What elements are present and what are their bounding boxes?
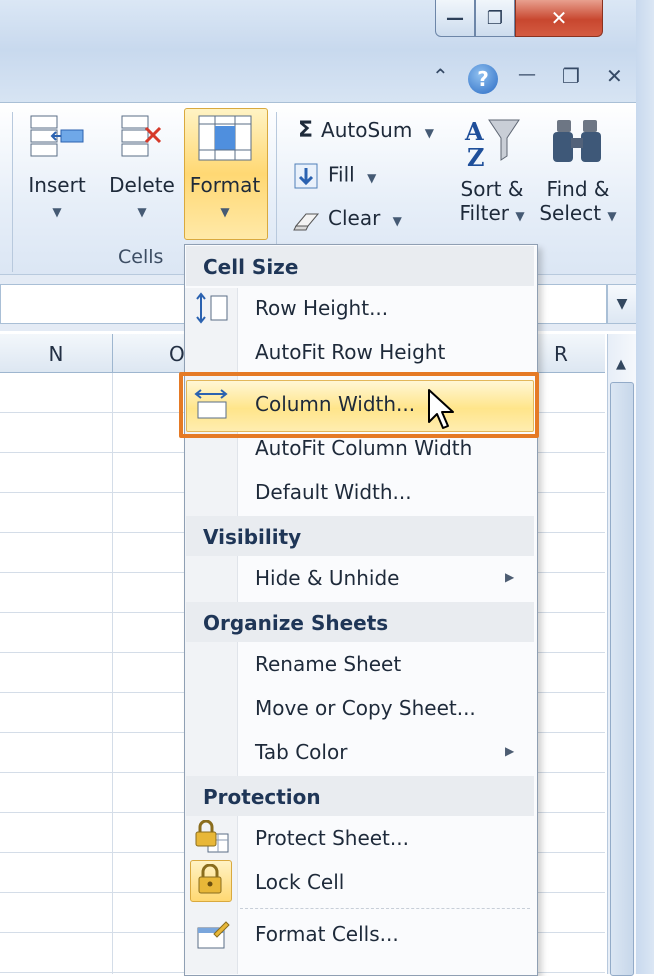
binoculars-icon [553,120,601,162]
menu-item-row-height[interactable]: Row Height... [255,296,388,320]
workbook-restore-icon[interactable]: ❐ [562,64,580,88]
menu-section-cell-size: Cell Size [186,246,534,286]
autosum-button[interactable]: Σ AutoSum ▼ [298,118,434,143]
insert-label: Insert [28,173,86,197]
ribbon-tab-row [0,50,654,102]
menu-section-protection: Protection [186,776,534,816]
sort-label-line1: Sort & [460,177,524,201]
close-button[interactable]: ✕ [515,0,603,37]
svg-text:Z: Z [467,143,485,172]
menu-section-organize-sheets: Organize Sheets [186,602,534,642]
find-label-line2: Select ▼ [539,201,617,225]
mouse-pointer-icon [428,389,454,429]
menu-item-default-width[interactable]: Default Width... [255,480,412,504]
restore-button[interactable]: ❐ [475,0,515,37]
cells-group-label: Cells [118,246,164,268]
dropdown-arrow-icon: ▼ [52,205,62,219]
menu-item-tab-color[interactable]: Tab Color [255,740,347,764]
menu-item-protect-sheet[interactable]: Protect Sheet... [255,826,409,850]
format-cells-icon [198,115,252,161]
menu-section-visibility: Visibility [186,516,534,556]
find-select-button[interactable]: Find & Select ▼ [538,114,618,225]
menu-item-move-copy-sheet[interactable]: Move or Copy Sheet... [255,696,476,720]
clear-button[interactable]: Clear ▼ [292,206,402,232]
sort-label-line2: Filter ▼ [459,201,525,225]
scroll-up-icon[interactable]: ▲ [610,352,632,378]
help-icon[interactable]: ? [468,64,498,94]
menu-item-hide-unhide[interactable]: Hide & Unhide [255,566,399,590]
fill-label: Fill [328,162,355,187]
workbook-close-icon[interactable]: ✕ [606,64,623,88]
collapse-ribbon-icon[interactable]: ⌃ [432,64,449,88]
find-label-line1: Find & [546,177,610,201]
protect-sheet-icon [195,820,229,853]
submenu-arrow-icon: ▶ [505,570,515,584]
insert-button[interactable]: Insert ▼ [22,112,92,221]
workbook-minimize-icon[interactable]: — [518,64,536,85]
dropdown-arrow-icon: ▼ [392,214,402,228]
eraser-icon [293,213,320,230]
insert-cells-icon [30,115,84,157]
scrollbar-thumb[interactable] [610,382,634,976]
submenu-arrow-icon: ▶ [505,744,515,758]
minimize-button[interactable]: — [435,0,475,37]
column-header-n[interactable]: N [0,334,113,372]
dropdown-arrow-icon: ▼ [220,205,230,219]
menu-item-autofit-column-width[interactable]: AutoFit Column Width [255,436,472,460]
menu-item-autofit-row-height[interactable]: AutoFit Row Height [255,340,445,364]
window-frame-right [636,0,654,974]
row-height-icon [196,292,228,324]
delete-button[interactable]: Delete ▼ [104,112,180,221]
callout-highlight-box [179,372,539,438]
expand-formula-bar-icon[interactable]: ▼ [607,284,637,324]
format-cells-dialog-icon [197,921,230,949]
svg-text:A: A [464,117,484,146]
window-controls: — ❐ ✕ [435,0,603,40]
clear-label: Clear [328,206,381,230]
sort-filter-button[interactable]: A Z Sort & Filter ▼ [456,114,528,225]
column-header-r[interactable]: R [536,334,605,372]
dropdown-arrow-icon: ▼ [367,170,377,185]
dropdown-arrow-icon: ▼ [137,205,147,219]
menu-item-format-cells[interactable]: Format Cells... [255,922,399,946]
dropdown-arrow-icon: ▼ [424,126,434,140]
delete-cells-icon [121,115,162,157]
menu-item-lock-cell[interactable]: Lock Cell [255,870,344,894]
group-separator [12,112,13,272]
fill-down-icon [294,163,318,189]
lock-icon [198,864,222,894]
menu-item-rename-sheet[interactable]: Rename Sheet [255,652,401,676]
autosum-label: AutoSum [321,118,413,142]
autosum-icon: Σ [298,118,314,143]
menu-divider [240,908,530,909]
sort-filter-icon: A Z [464,117,520,172]
delete-label: Delete [109,173,175,197]
format-button-content[interactable]: Format ▼ [184,112,266,221]
format-label: Format [189,173,261,197]
fill-button[interactable]: Fill ▼ [292,162,376,190]
